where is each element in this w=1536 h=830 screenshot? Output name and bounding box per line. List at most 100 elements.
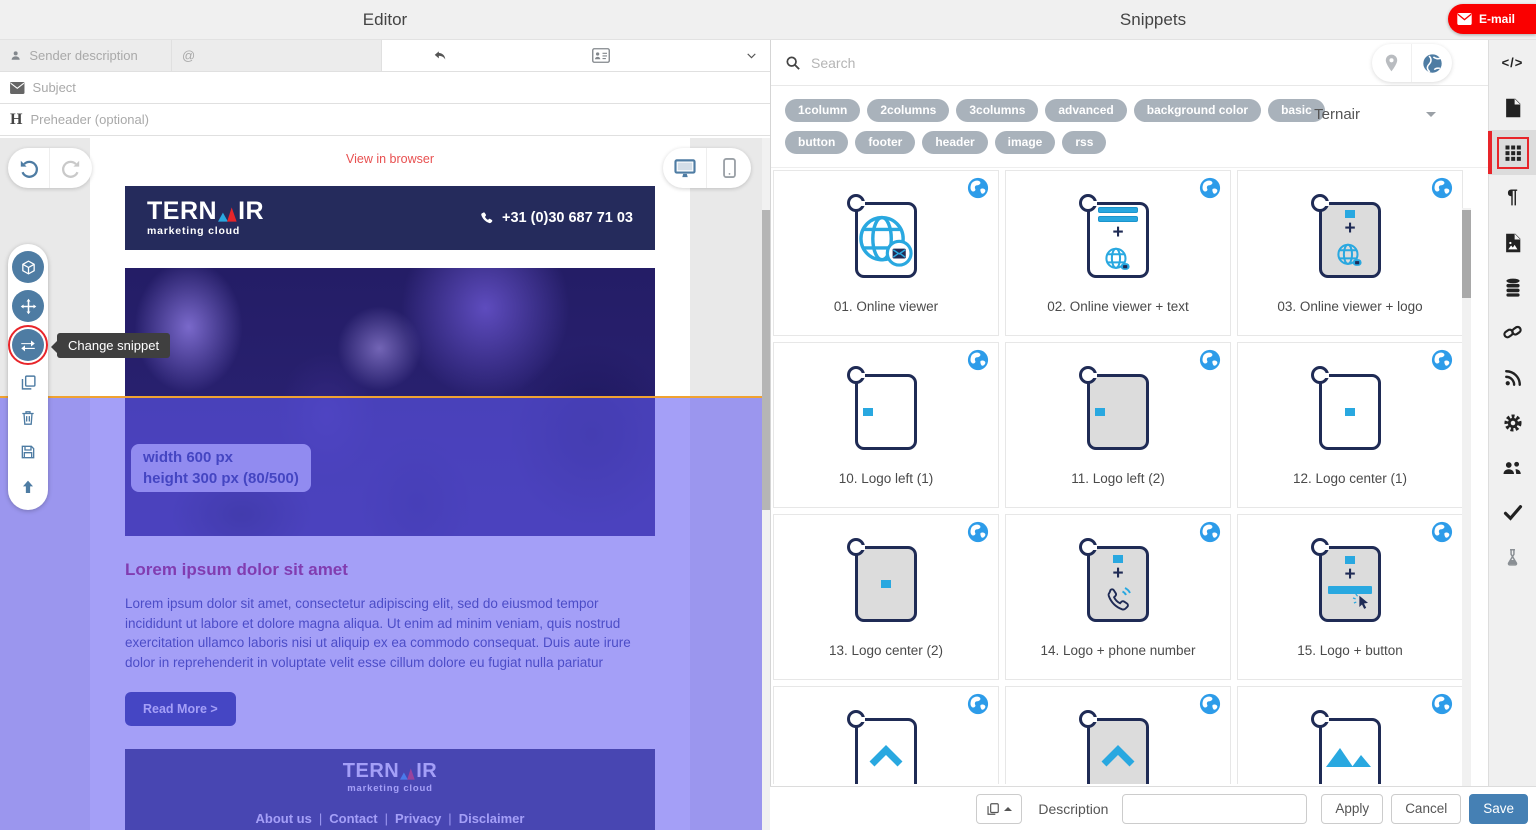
snippet-page-icon bbox=[847, 194, 917, 278]
editor-scrollbar[interactable] bbox=[762, 138, 770, 830]
snippet-card[interactable]: 10. Logo left (1) bbox=[773, 342, 999, 508]
email-mode-badge[interactable]: E-mail bbox=[1448, 4, 1536, 34]
subject-input[interactable] bbox=[32, 80, 760, 95]
ternair-triangle-icon bbox=[218, 207, 237, 222]
snippets-scrollbar-thumb[interactable] bbox=[1462, 210, 1471, 298]
sidebar-item-rss[interactable] bbox=[1489, 355, 1536, 400]
snippet-card[interactable] bbox=[773, 686, 999, 784]
logo-placeholder-chip bbox=[1095, 408, 1105, 416]
view-in-browser-link[interactable]: View in browser bbox=[90, 152, 690, 166]
person-icon bbox=[11, 51, 20, 60]
logo-text-left: TERN bbox=[147, 197, 218, 225]
mobile-view-button[interactable] bbox=[707, 148, 751, 188]
globe-badge-icon bbox=[967, 177, 989, 204]
tag-filter[interactable]: rss bbox=[1062, 131, 1107, 154]
tag-filter[interactable]: header bbox=[922, 131, 988, 154]
copy-button[interactable] bbox=[13, 368, 43, 396]
tag-filter[interactable]: background color bbox=[1133, 99, 1262, 122]
snippet-card[interactable]: 13. Logo center (2) bbox=[773, 514, 999, 680]
sidebar-item-file[interactable] bbox=[1489, 85, 1536, 130]
sidebar-item-link[interactable] bbox=[1489, 310, 1536, 355]
subject-field[interactable] bbox=[0, 72, 770, 103]
undo-redo-toolbar bbox=[8, 148, 92, 188]
phone-number: +31 (0)30 687 71 03 bbox=[501, 210, 633, 226]
snippet-card[interactable]: + 14. Logo + phone number bbox=[1005, 514, 1231, 680]
snippet-card-label: 15. Logo + button bbox=[1297, 643, 1403, 658]
preheader-field[interactable]: H bbox=[0, 104, 770, 135]
logo-placeholder-chip bbox=[863, 408, 873, 416]
email-header-block[interactable]: TERN IR marketing cloud +31 (0)30 687 71… bbox=[125, 186, 655, 250]
rss-icon bbox=[1502, 367, 1524, 389]
logo-placeholder-chip bbox=[1345, 408, 1355, 416]
tag-filter[interactable]: footer bbox=[855, 131, 916, 154]
snippet-card[interactable]: 01. Online viewer bbox=[773, 170, 999, 336]
sidebar-item-users[interactable] bbox=[1489, 445, 1536, 490]
snippet-card[interactable]: + 02. Online viewer + text bbox=[1005, 170, 1231, 336]
preheader-input[interactable] bbox=[30, 112, 760, 127]
sidebar-item-flask[interactable] bbox=[1489, 535, 1536, 580]
globe-filter-button[interactable] bbox=[1412, 44, 1452, 82]
brand-filter-dropdown[interactable]: Ternair bbox=[1314, 106, 1436, 123]
apply-button[interactable]: Apply bbox=[1321, 793, 1384, 824]
location-pin-button[interactable] bbox=[1372, 44, 1412, 82]
snippet-action-bar: Description Apply Cancel Save bbox=[770, 786, 1536, 830]
snippet-card-label: 11. Logo left (2) bbox=[1071, 471, 1165, 486]
move-button[interactable] bbox=[12, 290, 44, 322]
pilcrow-icon: ¶ bbox=[1507, 186, 1518, 208]
sidebar-item-check[interactable] bbox=[1489, 490, 1536, 535]
snippet-card[interactable]: 12. Logo center (1) bbox=[1237, 342, 1463, 508]
snippet-card[interactable] bbox=[1005, 686, 1231, 784]
desktop-view-button[interactable] bbox=[663, 148, 707, 188]
envelope-icon bbox=[10, 81, 25, 94]
arrow-up-button[interactable] bbox=[13, 473, 43, 501]
redo-button[interactable] bbox=[50, 148, 92, 188]
swap-button[interactable] bbox=[8, 325, 48, 365]
tag-filter[interactable]: 1column bbox=[785, 99, 861, 122]
check-icon bbox=[1502, 502, 1524, 524]
search-icon bbox=[786, 55, 800, 70]
snippets-scrollbar[interactable] bbox=[1462, 208, 1471, 826]
flask-icon bbox=[1502, 547, 1524, 569]
sidebar-item-pilcrow[interactable]: ¶ bbox=[1489, 175, 1536, 220]
sidebar-item-grid[interactable] bbox=[1488, 130, 1536, 175]
save-button[interactable] bbox=[13, 438, 43, 466]
snippet-card[interactable]: + 15. Logo + button bbox=[1237, 514, 1463, 680]
tag-filter[interactable]: image bbox=[994, 131, 1056, 154]
description-input[interactable] bbox=[1122, 793, 1308, 824]
snippet-card[interactable] bbox=[1237, 686, 1463, 784]
copy-options-dropup-button[interactable] bbox=[976, 793, 1023, 824]
sender-field[interactable] bbox=[0, 40, 172, 71]
snippets-panel: 1column 2columns 3columns advanced backgroun… bbox=[770, 40, 1488, 826]
cancel-button[interactable]: Cancel bbox=[1391, 793, 1462, 824]
sidebar-item-image[interactable] bbox=[1489, 220, 1536, 265]
tag-filter[interactable]: button bbox=[785, 131, 849, 154]
globe-badge-icon bbox=[967, 349, 989, 376]
tag-filter[interactable]: advanced bbox=[1045, 99, 1127, 122]
snippet-card-label: 14. Logo + phone number bbox=[1040, 643, 1196, 658]
save-button[interactable]: Save bbox=[1469, 793, 1528, 824]
snippet-card[interactable]: + 03. Online viewer + logo bbox=[1237, 170, 1463, 336]
cube-button[interactable] bbox=[12, 251, 44, 283]
sender-domain-field[interactable] bbox=[172, 40, 382, 71]
phone-icon bbox=[481, 211, 493, 223]
code-icon: </> bbox=[1501, 55, 1524, 70]
logo-placeholder-chip bbox=[1113, 555, 1123, 563]
move-icon bbox=[20, 298, 37, 315]
tag-filter[interactable]: 2columns bbox=[867, 99, 950, 122]
globe-badge-icon bbox=[1431, 177, 1453, 204]
sender-domain-input[interactable] bbox=[182, 48, 371, 63]
save-icon bbox=[20, 444, 36, 460]
snippet-card[interactable]: 11. Logo left (2) bbox=[1005, 342, 1231, 508]
copy-icon bbox=[987, 802, 1000, 815]
search-input[interactable] bbox=[811, 54, 1231, 71]
sidebar-item-code[interactable]: </> bbox=[1489, 40, 1536, 85]
tag-filter[interactable]: 3columns bbox=[956, 99, 1039, 122]
sidebar-item-gear[interactable] bbox=[1489, 400, 1536, 445]
trash-button[interactable] bbox=[13, 403, 43, 431]
sidebar-item-database[interactable] bbox=[1489, 265, 1536, 310]
sender-input[interactable] bbox=[29, 48, 161, 63]
arrow-up-icon bbox=[20, 479, 36, 495]
undo-button[interactable] bbox=[8, 148, 50, 188]
reply-to-field[interactable] bbox=[382, 40, 770, 71]
editor-scrollbar-thumb[interactable] bbox=[762, 210, 770, 510]
